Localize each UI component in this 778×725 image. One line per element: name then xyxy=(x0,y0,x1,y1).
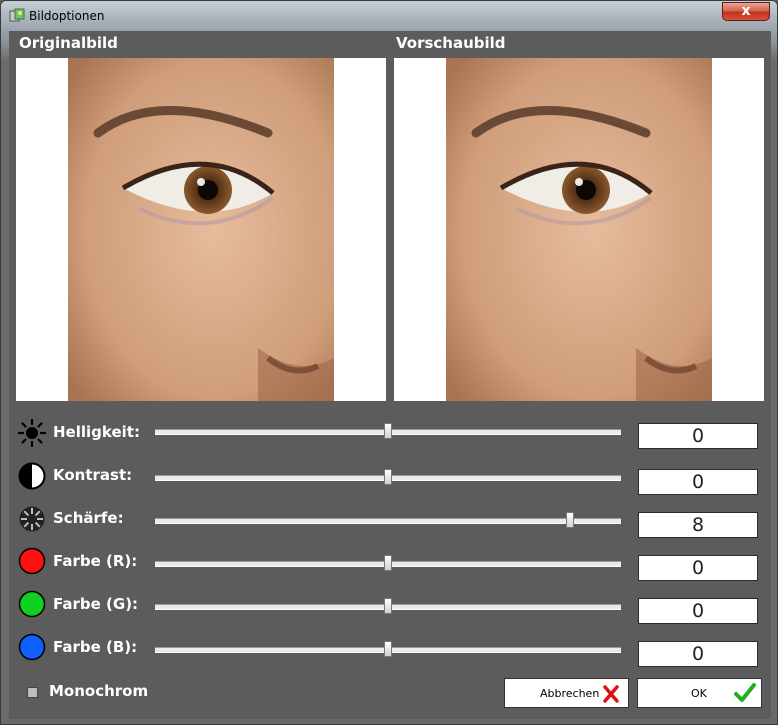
contrast-slider-thumb[interactable] xyxy=(384,469,392,485)
monochrom-label: Monochrom xyxy=(49,682,149,700)
contrast-icon xyxy=(18,462,46,490)
close-button[interactable]: x xyxy=(722,2,770,21)
ok-check-icon xyxy=(734,683,756,702)
cancel-button[interactable]: Abbrechen xyxy=(504,678,629,708)
red-dot-icon xyxy=(18,547,46,575)
app-icon xyxy=(9,8,25,22)
brightness-icon xyxy=(18,419,46,447)
color-blue-label: Farbe (B): xyxy=(53,638,138,656)
sharpness-icon xyxy=(19,506,45,532)
contrast-value[interactable]: 0 xyxy=(638,469,758,495)
window-title: Bildoptionen xyxy=(29,9,105,23)
color-blue-slider-thumb[interactable] xyxy=(384,641,392,657)
cancel-button-label: Abbrechen xyxy=(540,687,600,700)
original-image-label: Originalbild xyxy=(19,34,118,52)
contrast-label: Kontrast: xyxy=(53,466,133,484)
color-green-value[interactable]: 0 xyxy=(638,598,758,624)
sharpness-slider-thumb[interactable] xyxy=(565,512,574,528)
blue-dot-icon xyxy=(18,633,46,661)
green-dot-icon xyxy=(18,590,46,618)
original-image xyxy=(16,58,386,401)
cancel-x-icon xyxy=(603,685,619,703)
dialog-window: Bildoptionen x Originalbild Vorschaubild xyxy=(0,0,778,725)
sharpness-value[interactable]: 8 xyxy=(638,512,758,538)
color-green-label: Farbe (G): xyxy=(53,595,139,613)
title-bar[interactable]: Bildoptionen x xyxy=(1,1,777,31)
monochrom-checkbox[interactable] xyxy=(27,687,38,698)
color-red-value[interactable]: 0 xyxy=(638,555,758,581)
color-red-label: Farbe (R): xyxy=(53,552,138,570)
color-blue-value[interactable]: 0 xyxy=(638,641,758,667)
ok-button-label: OK xyxy=(691,687,707,700)
color-green-slider-thumb[interactable] xyxy=(384,598,392,614)
color-red-slider-thumb[interactable] xyxy=(384,555,392,571)
face-photo-preview xyxy=(446,58,712,401)
brightness-slider-thumb[interactable] xyxy=(384,423,392,439)
ok-button[interactable]: OK xyxy=(637,678,762,708)
brightness-value[interactable]: 0 xyxy=(638,423,758,449)
sharpness-slider-track[interactable] xyxy=(155,518,621,524)
brightness-label: Helligkeit: xyxy=(53,423,140,441)
dialog-client: Originalbild Vorschaubild Helligkeit: 0 … xyxy=(9,31,771,719)
face-photo xyxy=(68,58,334,401)
close-icon: x xyxy=(741,3,751,19)
sharpness-label: Schärfe: xyxy=(53,509,124,527)
preview-image xyxy=(394,58,764,401)
preview-image-label: Vorschaubild xyxy=(396,34,506,52)
